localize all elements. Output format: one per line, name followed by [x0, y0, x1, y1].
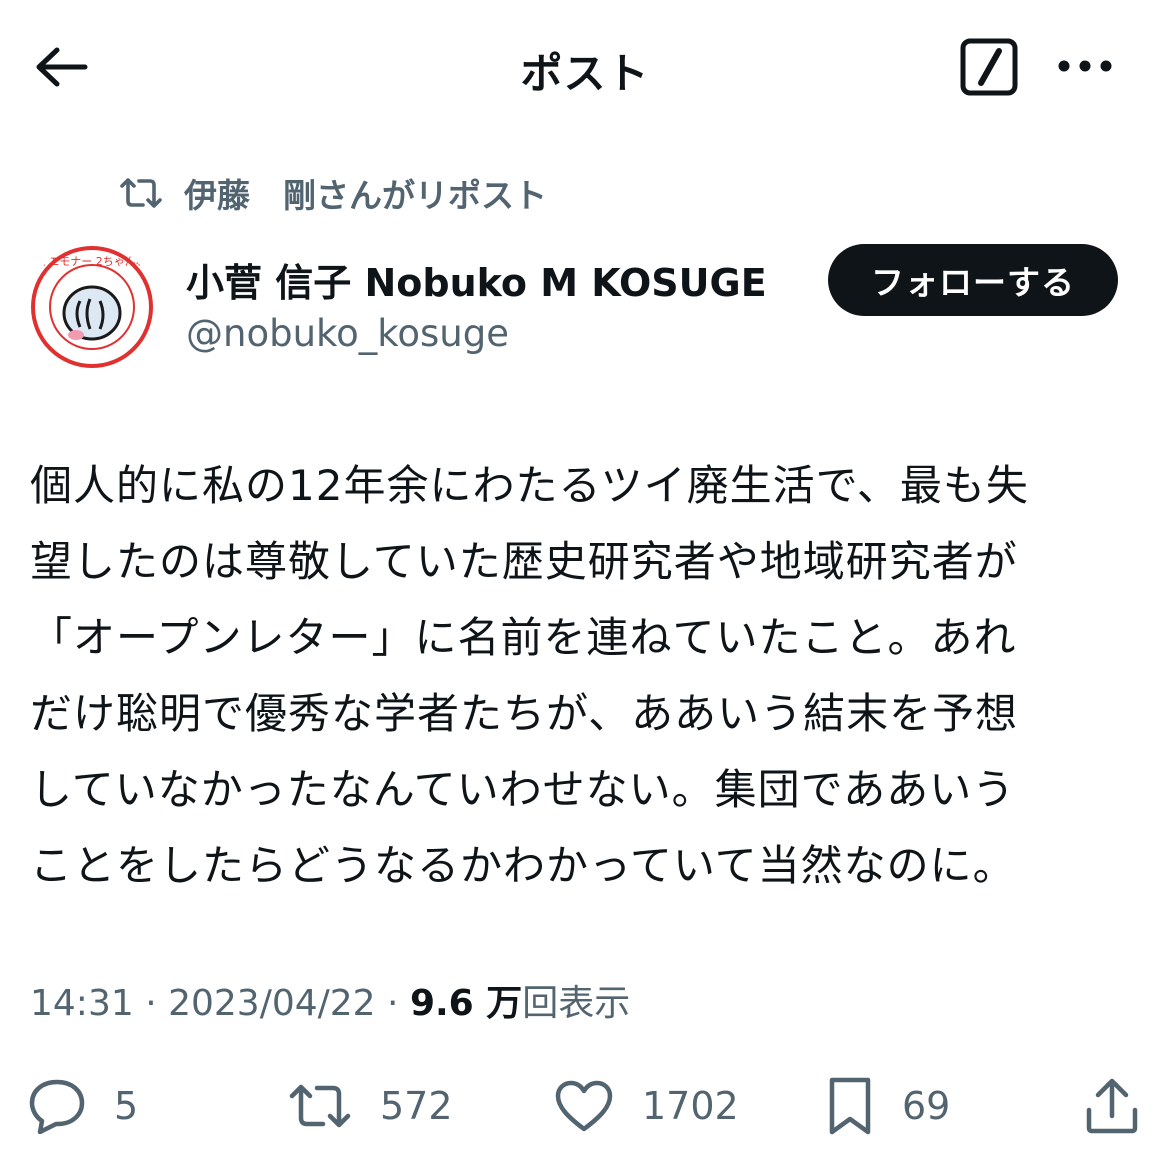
views-count: 9.6 万 — [409, 983, 523, 1024]
repost-context-label: 伊藤 剛さんがリポスト — [184, 176, 547, 215]
share-icon — [1086, 1078, 1138, 1134]
more-options-button[interactable] — [1050, 40, 1120, 92]
reply-button[interactable]: 5 — [28, 1066, 138, 1146]
bookmark-button[interactable]: 69 — [826, 1066, 950, 1146]
repost-icon — [118, 173, 168, 213]
tweet-time[interactable]: 14:31 — [30, 983, 134, 1024]
repost-context[interactable]: 伊藤 剛さんがリポスト — [118, 168, 547, 218]
heart-icon — [555, 1080, 613, 1132]
slash-box-icon — [960, 38, 1018, 96]
avatar-lettering: オマエモナー 2ちゃんねる — [28, 255, 156, 268]
like-count: 1702 — [642, 1084, 739, 1128]
tweet-meta: 14:31 · 2023/04/22 · 9.6 万回表示 — [30, 983, 631, 1024]
bookmark-count: 69 — [902, 1084, 951, 1128]
action-bar: 5 572 1702 69 — [0, 1066, 1170, 1146]
share-button[interactable] — [1084, 1066, 1140, 1146]
top-bar: ポスト — [0, 0, 1170, 135]
repost-icon — [289, 1084, 351, 1128]
author-handle[interactable]: @nobuko_kosuge — [186, 312, 509, 355]
author-name[interactable]: 小菅 信子 Nobuko M KOSUGE — [186, 252, 767, 307]
tweet-text: 個人的に私の12年余にわたるツイ廃生活で、最も失 望したのは尊敬していた歴史研究… — [30, 461, 1029, 890]
follow-button[interactable]: フォローする — [828, 244, 1118, 316]
tweet-date[interactable]: 2023/04/22 — [168, 983, 376, 1024]
bookmark-icon — [829, 1077, 871, 1135]
grok-button[interactable] — [956, 36, 1022, 98]
avatar-image: オマエモナー 2ちゃんねる — [28, 244, 156, 370]
like-button[interactable]: 1702 — [554, 1066, 739, 1146]
views-label: 回表示 — [522, 983, 631, 1024]
repost-count: 572 — [380, 1084, 453, 1128]
ellipsis-icon — [1058, 60, 1112, 72]
reply-icon — [29, 1079, 85, 1134]
avatar[interactable]: オマエモナー 2ちゃんねる — [28, 243, 156, 371]
reply-count: 5 — [114, 1084, 139, 1128]
repost-button[interactable]: 572 — [288, 1066, 453, 1146]
